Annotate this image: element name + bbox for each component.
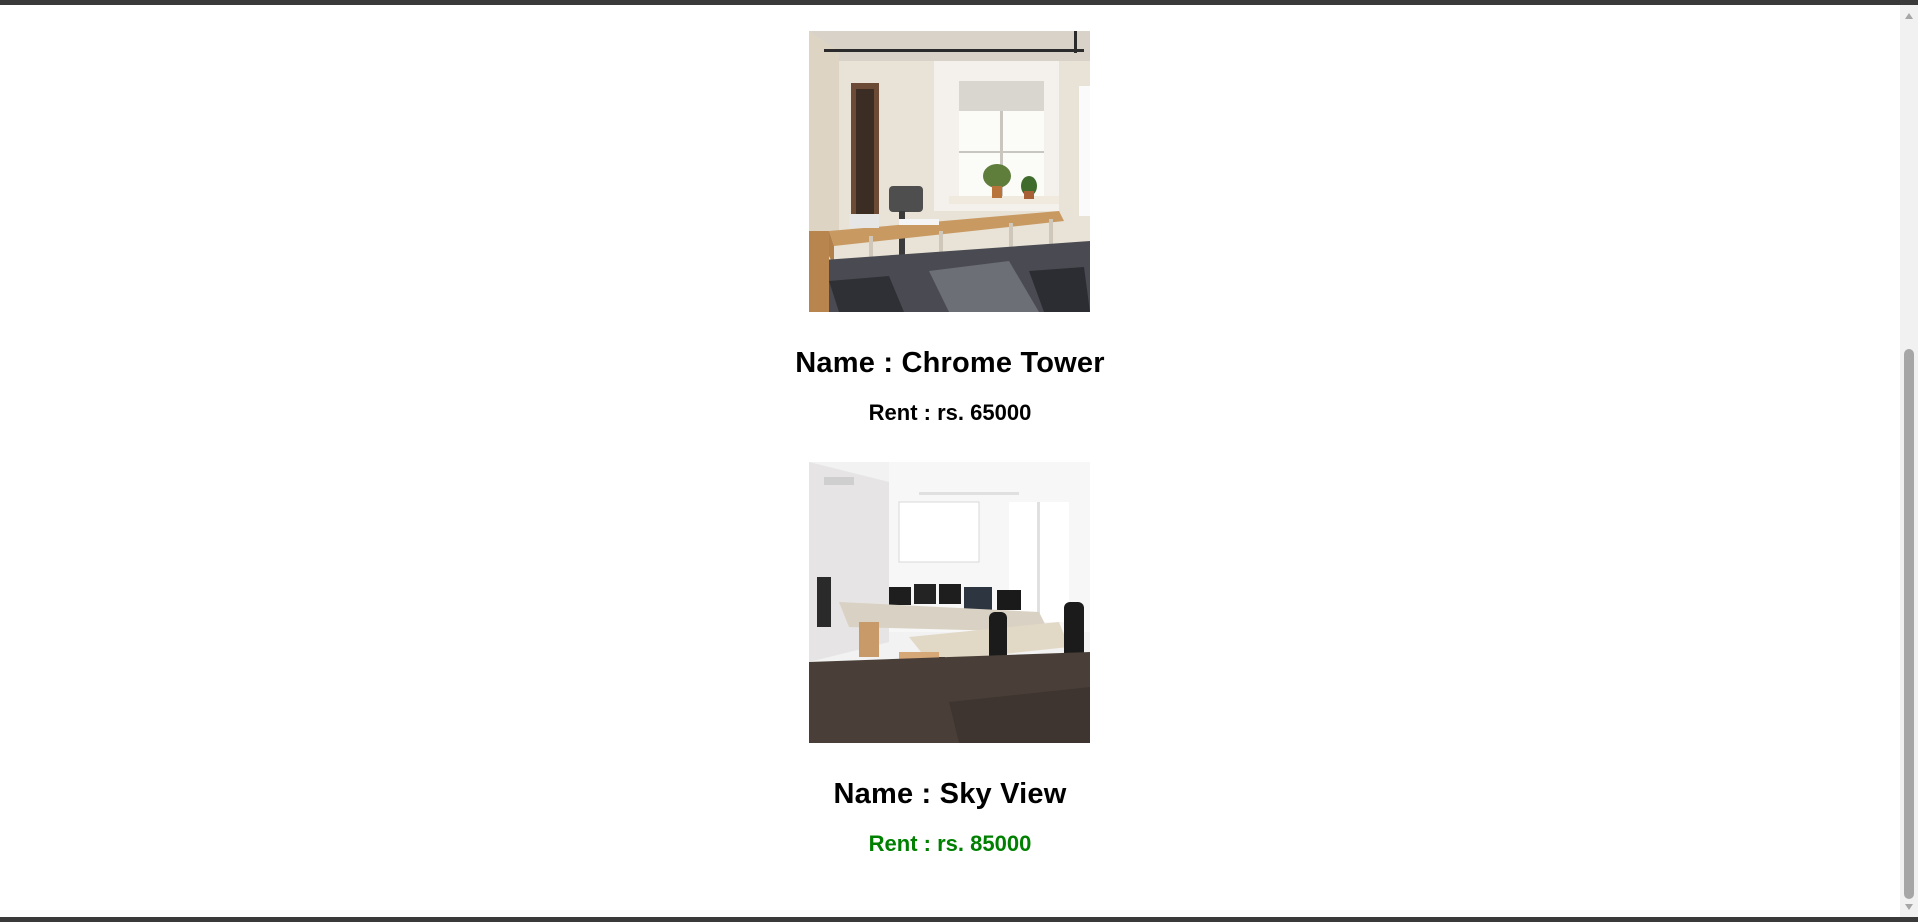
listing-photo-sky-view	[808, 462, 1090, 743]
listing-card[interactable]: Name : Sky View Rent : rs. 85000	[0, 462, 1900, 859]
scroll-up-arrow-icon[interactable]	[1900, 7, 1918, 24]
scroll-down-arrow-icon[interactable]	[1900, 898, 1918, 915]
scrollbar-thumb[interactable]	[1904, 349, 1914, 899]
open-office-with-desks-photo	[808, 462, 1090, 743]
listing-photo-chrome-tower	[808, 31, 1090, 312]
listing-card[interactable]: Name : Chrome Tower Rent : rs. 65000	[0, 31, 1900, 428]
listing-rent: Rent : rs. 85000	[868, 831, 1032, 856]
window-bottom-border	[0, 917, 1918, 922]
listing-name: Name : Sky View	[833, 778, 1067, 810]
listing-name: Name : Chrome Tower	[795, 347, 1105, 379]
vertical-scrollbar[interactable]	[1900, 5, 1918, 917]
office-room-with-window-photo	[808, 31, 1090, 312]
page-content: Name : Chrome Tower Rent : rs. 65000 Nam…	[0, 5, 1900, 917]
listing-rent: Rent : rs. 65000	[868, 400, 1032, 425]
